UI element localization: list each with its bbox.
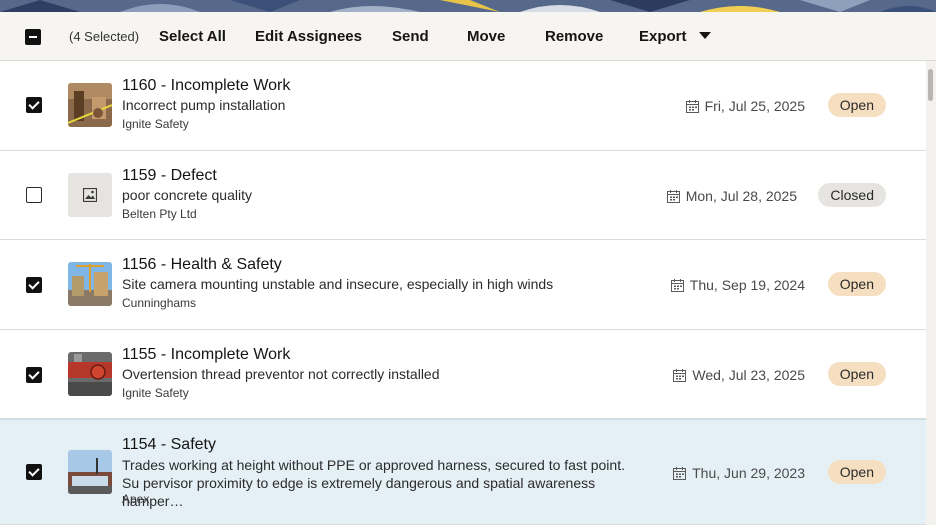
row-checkbox[interactable] <box>26 97 42 113</box>
calendar-icon <box>670 278 684 292</box>
issue-company: Apex <box>122 492 150 506</box>
bulk-action-toolbar: (4 Selected) Select All Edit Assignees S… <box>0 12 936 61</box>
issue-company: Belten Pty Ltd <box>122 207 197 221</box>
date-text: Wed, Jul 23, 2025 <box>692 367 805 383</box>
issue-company: Ignite Safety <box>122 386 189 400</box>
issue-date: Mon, Jul 28, 2025 <box>666 188 797 204</box>
deselect-all-checkbox[interactable] <box>25 29 41 45</box>
issue-description: Overtension thread preventor not correct… <box>122 366 440 382</box>
selected-count: (4 Selected) <box>69 29 140 44</box>
export-dropdown-caret-icon[interactable] <box>699 32 711 39</box>
issue-thumbnail <box>68 173 112 217</box>
list-item[interactable]: 1160 - Incomplete Work Incorrect pump in… <box>0 61 926 151</box>
issue-title[interactable]: 1159 - Defect <box>122 167 217 185</box>
calendar-icon <box>673 368 687 382</box>
issue-thumbnail <box>68 352 112 396</box>
list-item[interactable]: 1154 - Safety Trades working at height w… <box>0 419 926 525</box>
issue-title[interactable]: 1160 - Incomplete Work <box>122 77 290 95</box>
list-item[interactable]: 1159 - Defect poor concrete quality Belt… <box>0 151 926 240</box>
issue-date: Thu, Sep 19, 2024 <box>670 277 805 293</box>
status-badge: Closed <box>818 183 886 207</box>
select-all-button[interactable]: Select All <box>159 28 226 45</box>
scrollbar-thumb[interactable] <box>928 69 933 101</box>
status-badge: Open <box>827 93 886 117</box>
issue-date: Thu, Jun 29, 2023 <box>673 465 805 481</box>
issue-description: Site camera mounting unstable and insecu… <box>122 276 554 292</box>
date-text: Mon, Jul 28, 2025 <box>685 188 797 204</box>
calendar-icon <box>685 99 699 113</box>
send-button[interactable]: Send <box>392 28 429 45</box>
issue-description: poor concrete quality <box>122 187 252 203</box>
row-checkbox[interactable] <box>26 187 42 203</box>
status-badge: Open <box>827 460 886 484</box>
date-text: Fri, Jul 25, 2025 <box>704 98 805 114</box>
issue-date: Fri, Jul 25, 2025 <box>685 98 805 114</box>
issue-thumbnail <box>68 83 112 127</box>
row-checkbox[interactable] <box>26 277 42 293</box>
export-button[interactable]: Export <box>639 28 687 45</box>
edit-assignees-button[interactable]: Edit Assignees <box>255 28 362 45</box>
issue-company: Ignite Safety <box>122 117 189 131</box>
issue-description: Trades working at height without PPE or … <box>122 457 625 509</box>
issue-list: 1160 - Incomplete Work Incorrect pump in… <box>0 61 926 525</box>
status-badge: Open <box>827 272 886 296</box>
row-checkbox[interactable] <box>26 367 42 383</box>
row-checkbox[interactable] <box>26 464 42 480</box>
calendar-icon <box>673 466 687 480</box>
date-text: Thu, Sep 19, 2024 <box>689 277 805 293</box>
status-badge: Open <box>827 362 886 386</box>
list-item[interactable]: 1156 - Health & Safety Site camera mount… <box>0 240 926 330</box>
issue-thumbnail <box>68 262 112 306</box>
issue-title[interactable]: 1154 - Safety <box>122 436 216 454</box>
image-placeholder-icon <box>83 188 97 202</box>
date-text: Thu, Jun 29, 2023 <box>692 465 805 481</box>
list-scrollbar[interactable] <box>926 61 936 525</box>
issue-title[interactable]: 1155 - Incomplete Work <box>122 346 290 364</box>
issue-description: Incorrect pump installation <box>122 97 286 113</box>
remove-button[interactable]: Remove <box>545 28 603 45</box>
move-button[interactable]: Move <box>467 28 505 45</box>
issue-company: Cunninghams <box>122 296 197 310</box>
issue-title[interactable]: 1156 - Health & Safety <box>122 256 282 274</box>
list-item[interactable]: 1155 - Incomplete Work Overtension threa… <box>0 330 926 419</box>
issue-thumbnail <box>68 450 112 494</box>
calendar-icon <box>666 189 680 203</box>
header-banner <box>0 0 936 12</box>
issue-date: Wed, Jul 23, 2025 <box>673 367 805 383</box>
